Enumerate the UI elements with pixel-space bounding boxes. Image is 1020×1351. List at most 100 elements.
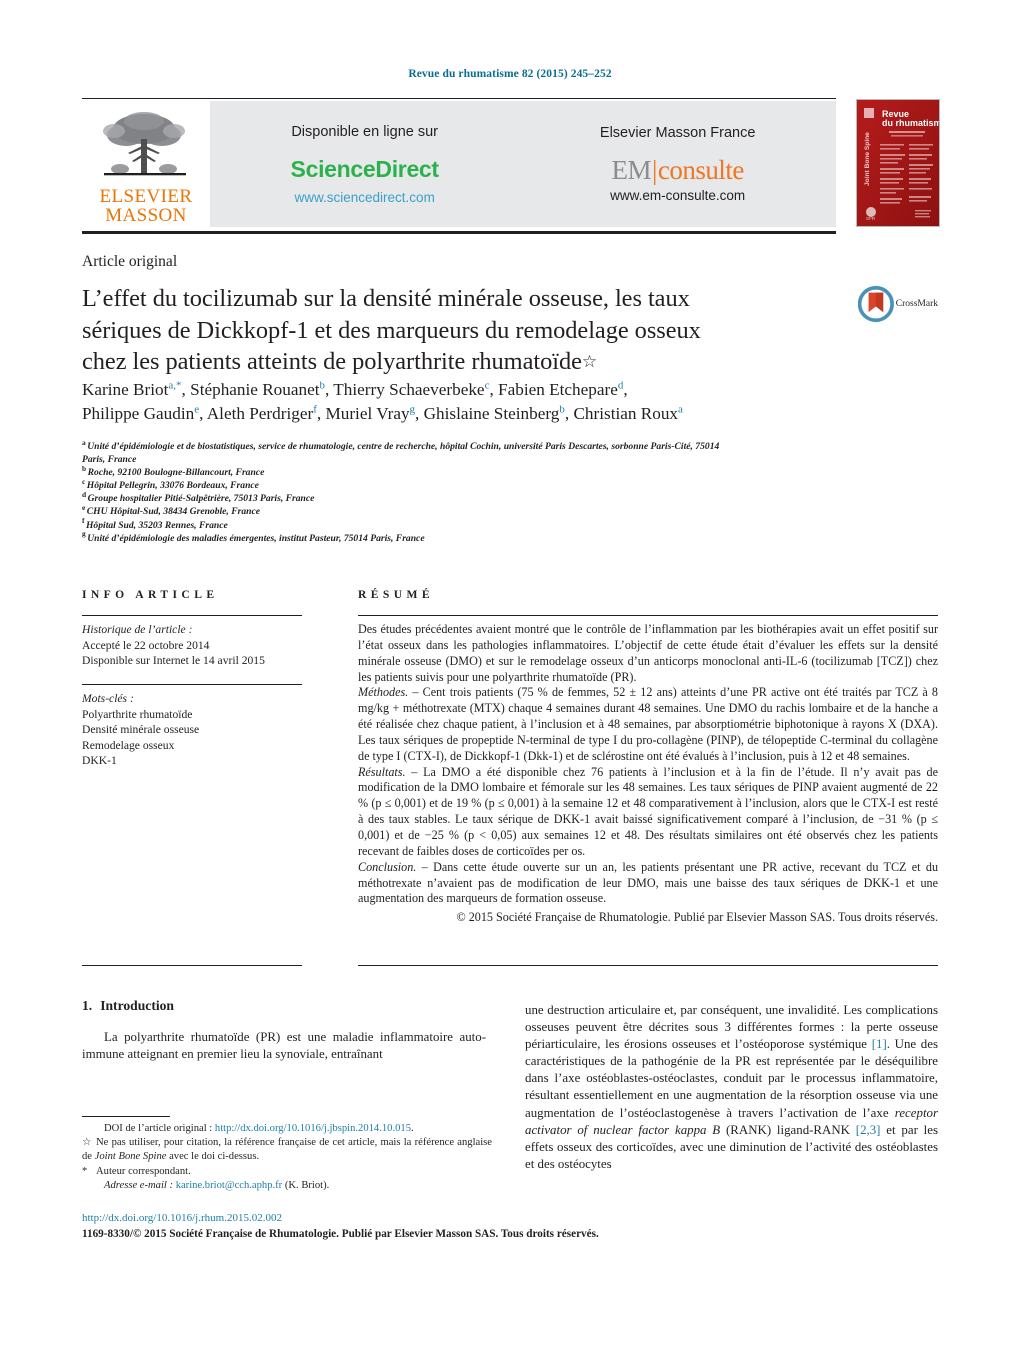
info-article-heading: INFO ARTICLE	[82, 588, 219, 601]
footnote-star-text-2: avec le doi ci-dessus.	[166, 1151, 260, 1163]
running-head: Revue du rhumatisme 82 (2015) 245–252	[408, 68, 612, 80]
author-name: Stéphanie Rouanet	[190, 380, 320, 399]
author-item: Stéphanie Rouanetb	[190, 380, 325, 399]
keyword-item: DKK-1	[82, 754, 117, 768]
footnote-email-suffix: (K. Briot).	[282, 1179, 330, 1191]
elsevier-wordmark-line2: MASSON	[105, 205, 187, 226]
paper-page: Revue du rhumatisme 82 (2015) 245–252 EL…	[0, 0, 1020, 1351]
author-affil-marker: g	[409, 403, 416, 416]
page-title: L’effet du tocilizumab sur la densité mi…	[82, 283, 742, 378]
footnote-star: ☆ Ne pas utiliser, pour citation, la réfé…	[82, 1136, 492, 1164]
history-online: Disponible sur Internet le 14 avril 2015	[82, 654, 265, 668]
author-affil-marker: c	[484, 379, 490, 392]
affiliation-text: CHU Hôpital-Sud, 38434 Grenoble, France	[86, 506, 261, 518]
footnote-doi-label: DOI de l’article original :	[104, 1123, 215, 1134]
author-name: Karine Briot	[82, 380, 169, 399]
affiliation-item: f Hôpital Sud, 35203 Rennes, France	[82, 517, 722, 532]
body-paragraph: une destruction articulaire et, par cons…	[525, 1002, 938, 1173]
journal-cover-thumbnail: Joint Bone Spine Revue du rhumatisme	[856, 99, 940, 227]
body-column-left: La polyarthrite rhumatoïde (PR) est une …	[82, 1029, 486, 1063]
info-rule-top	[82, 615, 302, 616]
author-name: Thierry Schaeverbeke	[333, 380, 485, 399]
footnote-email-link[interactable]: karine.briot@cch.aphp.fr	[176, 1180, 283, 1191]
affiliation-item: g Unité d’épidémiologie des maladies émer…	[82, 529, 722, 545]
author-item: Aleth Perdrigerf	[207, 404, 317, 423]
elsevier-wordmark-line1: ELSEVIER	[99, 186, 193, 207]
em-divider: |	[651, 155, 657, 185]
abstract-copyright: © 2015 Société Française de Rhumatologie…	[456, 910, 938, 925]
affiliation-text: Unité d’épidémiologie et de biostatistiq…	[82, 441, 720, 466]
section-heading-introduction: 1. Introduction	[82, 998, 174, 1014]
history-accepted: Accepté le 22 octobre 2014	[82, 638, 210, 652]
consulte-text: consulte	[657, 155, 744, 185]
citation-ref-1[interactable]: [1]	[872, 1037, 887, 1051]
info-rule-bottom	[82, 965, 302, 966]
article-history: Historique de l’article : Accepté le 22 …	[82, 622, 312, 669]
footnote-email: Adresse e-mail : karine.briot@cch.aphp.f…	[82, 1179, 492, 1193]
header-grey-panel: Disponible en ligne sur ScienceDirect ww…	[210, 101, 836, 227]
author-affil-marker: d	[617, 379, 624, 392]
author-name: Christian Roux	[573, 404, 679, 423]
footnote-rule	[82, 1116, 170, 1117]
abstract-conclusion: Conclusion. – Dans cette étude ouverte s…	[358, 860, 938, 908]
author-item: Fabien Etchepared	[498, 380, 623, 399]
affiliation-text: Groupe hospitalier Pitié-Salpêtrière, 75…	[87, 493, 315, 505]
resume-rule-bottom	[358, 965, 938, 966]
em-text: EM	[611, 155, 651, 185]
footnote-block: DOI de l’article original : http://dx.do…	[82, 1122, 492, 1193]
header-bottom-rule	[82, 231, 836, 234]
author-item: Muriel Vrayg	[325, 404, 415, 423]
elsevier-tree-icon	[103, 112, 186, 176]
body-text-part: (RANK) ligand-RANK	[720, 1122, 856, 1137]
author-item: Philippe Gaudine	[82, 404, 199, 423]
crossmark-badge[interactable]: CrossMark	[858, 279, 938, 329]
author-affil-marker: b	[559, 403, 565, 416]
svg-text:Joint Bone Spine: Joint Bone Spine	[864, 132, 871, 186]
author-affil-marker: f	[313, 403, 317, 416]
title-footnote-marker: ☆	[581, 352, 598, 371]
author-list: Karine Briota,*, Stéphanie Rouanetb, Thi…	[82, 379, 683, 423]
affiliation-text: Roche, 92100 Boulogne-Billancourt, Franc…	[87, 467, 265, 479]
article-doi-link[interactable]: http://dx.doi.org/10.1016/j.rhum.2015.02…	[82, 1212, 282, 1224]
keyword-item: Polyarthrite rhumatoïde	[82, 707, 193, 721]
abstract-intro: Des études précédentes avaient montré qu…	[358, 622, 938, 684]
affiliation-list: a Unité d’épidémiologie et de biostatisti…	[82, 437, 722, 545]
author-item: Christian Rouxa	[573, 404, 682, 423]
emconsulte-url[interactable]: www.em-consulte.com	[600, 188, 756, 203]
article-type-label: Article original	[82, 253, 178, 270]
abstract-methods-text: Cent trois patients (75 % de femmes, 52 …	[358, 685, 939, 763]
keyword-item: Remodelage osseux	[82, 738, 175, 752]
affiliation-marker: e	[82, 503, 86, 513]
footnote-corresponding-text: Auteur correspondant.	[96, 1165, 191, 1177]
affiliation-marker: c	[82, 477, 86, 487]
author-item: Thierry Schaeverbekec	[333, 380, 489, 399]
footnote-asterisk-marker: *	[82, 1165, 88, 1177]
crossmark-label: CrossMark	[895, 299, 938, 309]
author-name: Muriel Vray	[325, 404, 410, 423]
author-item: Karine Briota,*	[82, 380, 182, 399]
author-name: Aleth Perdriger	[206, 404, 314, 423]
cover-artwork: Joint Bone Spine Revue du rhumatisme	[857, 100, 939, 226]
affiliation-item: b Roche, 92100 Boulogne-Billancourt, Fran…	[82, 464, 722, 479]
elsevier-masson-france-label: Elsevier Masson France	[599, 125, 756, 141]
elsevier-masson-logo: ELSEVIER MASSON	[82, 101, 210, 227]
affiliation-item: a Unité d’épidémiologie et de biostatisti…	[82, 437, 722, 466]
affiliation-marker: a	[82, 437, 86, 447]
footnote-doi-link[interactable]: http://dx.doi.org/10.1016/j.jbspin.2014.…	[215, 1123, 411, 1134]
abstract-conclusion-label: Conclusion. –	[358, 859, 428, 874]
section-number: 1.	[82, 998, 93, 1013]
abstract-methods: Méthodes. – Cent trois patients (75 % de…	[358, 685, 938, 764]
affiliation-text: Unité d’épidémiologie des maladies émerg…	[87, 532, 425, 544]
citation-ref-2[interactable]: [2,3]	[856, 1123, 881, 1137]
affiliation-marker: b	[82, 464, 87, 473]
svg-text:SFR: SFR	[866, 216, 876, 221]
keyword-list: Mots-clés : Polyarthrite rhumatoïde Dens…	[82, 691, 312, 769]
footnote-doi-original: DOI de l’article original : http://dx.do…	[82, 1122, 492, 1136]
footnote-doi-end: .	[411, 1123, 414, 1134]
affiliation-marker: g	[82, 529, 86, 539]
abstract-conclusion-text: Dans cette étude ouverte sur un an, les …	[358, 859, 939, 906]
affiliation-item: d Groupe hospitalier Pitié-Salpêtrière, 7…	[82, 491, 722, 505]
abstract-results-text: La DMO a été disponible chez 76 patients…	[358, 764, 938, 858]
emconsulte-block: Elsevier Masson France EM|consulte www.e…	[594, 125, 762, 203]
sciencedirect-url[interactable]: www.sciencedirect.com	[291, 190, 439, 205]
